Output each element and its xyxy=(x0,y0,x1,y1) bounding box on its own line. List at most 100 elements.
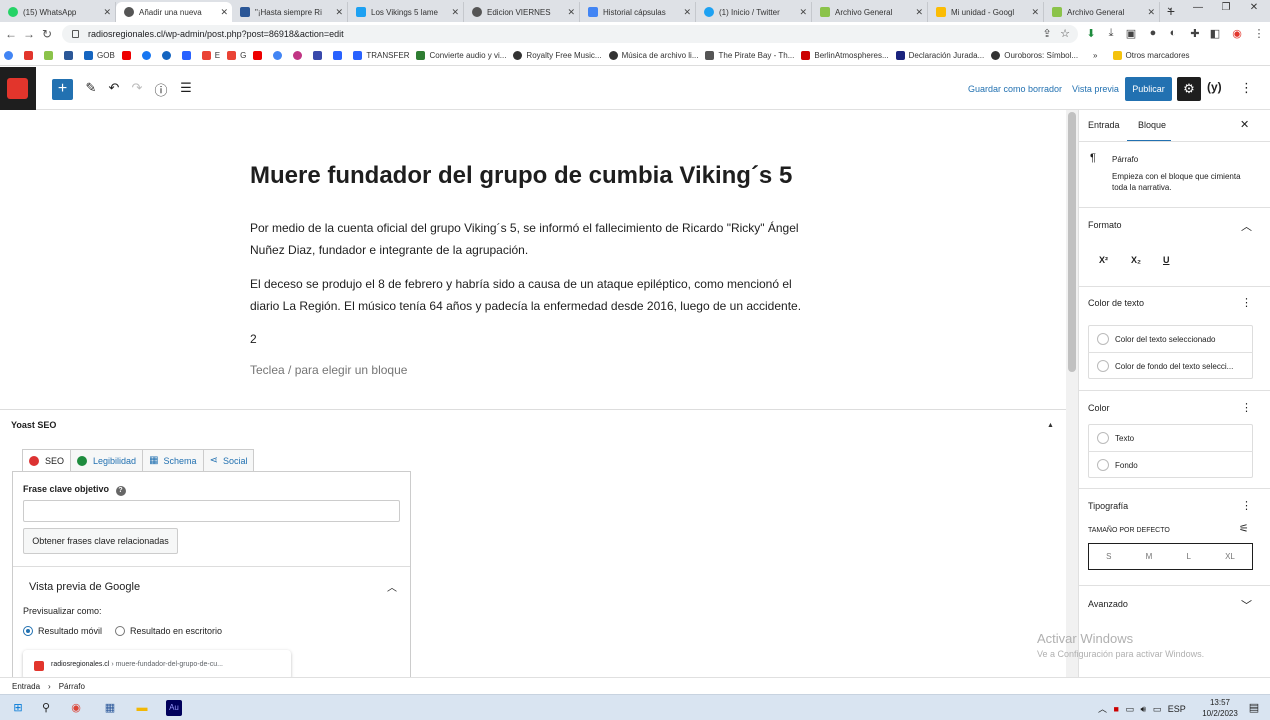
settings-gear-icon[interactable]: ⚙ xyxy=(1177,77,1201,101)
site-logo-button[interactable] xyxy=(0,67,36,110)
close-icon[interactable]: ✕ xyxy=(915,7,923,18)
chevron-down-icon[interactable]: ﹀ xyxy=(1241,597,1252,613)
browser-tab[interactable]: "¡Hasta siempre Ri ✕ xyxy=(232,2,348,22)
color-option-text[interactable]: Texto xyxy=(1097,432,1134,444)
youtube-bookmark-icon[interactable] xyxy=(253,51,266,60)
help-icon[interactable]: ? xyxy=(115,486,126,496)
folder-icon[interactable]: ▬ xyxy=(134,700,150,716)
puzzle-icon[interactable]: ✚ xyxy=(1188,27,1202,40)
tab-legibilidad[interactable]: Legibilidad xyxy=(70,449,144,471)
instagram-bookmark-icon[interactable] xyxy=(293,51,306,60)
minimize-button[interactable]: — xyxy=(1184,2,1212,13)
breadcrumb-current[interactable]: Párrafo xyxy=(59,682,85,691)
collapse-icon[interactable]: ▲ xyxy=(1047,422,1054,429)
app-tray-icon[interactable]: ■ xyxy=(1114,704,1119,714)
windows-start-icon[interactable]: ⊞ xyxy=(10,700,26,716)
bookmark-item[interactable]: E xyxy=(201,51,220,60)
menu-icon[interactable]: ⋮ xyxy=(1252,27,1266,40)
other-bookmarks[interactable]: Otros marcadores xyxy=(1112,51,1190,60)
close-icon[interactable]: ✕ xyxy=(220,7,228,18)
tab-social[interactable]: ⋖ Social xyxy=(202,449,255,471)
more-options-icon[interactable]: ⋮ xyxy=(1241,296,1252,309)
reload-icon[interactable]: ↻ xyxy=(38,27,56,41)
gmail-bookmark-icon[interactable] xyxy=(44,51,57,60)
tab-search-icon[interactable]: ⌄ xyxy=(1156,2,1184,13)
youtube-bookmark-icon[interactable] xyxy=(121,51,135,60)
google-bookmark-icon[interactable] xyxy=(273,51,286,60)
color-option-background[interactable]: Fondo xyxy=(1097,459,1138,471)
format-panel-title[interactable]: Formato xyxy=(1088,220,1122,230)
forward-icon[interactable]: → xyxy=(20,27,38,41)
underline-button[interactable]: U xyxy=(1163,255,1170,265)
browser-tab[interactable]: (1) Inicio / Twitter ✕ xyxy=(696,2,812,22)
calendar-app-icon[interactable]: ▦ xyxy=(102,700,118,716)
close-icon[interactable]: ✕ xyxy=(335,7,343,18)
tab-bloque[interactable]: Bloque xyxy=(1138,120,1166,130)
bookmark-item[interactable]: Royalty Free Music... xyxy=(513,51,602,60)
tab-entrada[interactable]: Entrada xyxy=(1088,120,1120,130)
download-icon[interactable]: ⤓ xyxy=(1104,27,1118,40)
yoast-button[interactable]: (y) xyxy=(1207,80,1222,94)
bookmark-item[interactable]: BerlinAtmospheres... xyxy=(801,51,889,60)
search-icon[interactable]: ⚲ xyxy=(38,700,54,716)
bookmark-item[interactable]: Convierte audio y vi... xyxy=(416,51,506,60)
preview-button[interactable]: Vista previa xyxy=(1072,84,1119,94)
close-icon[interactable]: ✕ xyxy=(103,7,111,18)
google-bookmark-icon[interactable] xyxy=(4,51,17,60)
chrome-icon[interactable]: ◉ xyxy=(68,700,84,716)
related-keyphrases-button[interactable]: Obtener frases clave relacionadas xyxy=(23,528,178,554)
size-option[interactable]: XL xyxy=(1225,552,1235,561)
color-option[interactable]: Color del texto seleccionado xyxy=(1097,333,1216,345)
browser-tab[interactable]: Historial cápsulas ✕ xyxy=(580,2,696,22)
list-view-icon[interactable]: ☰ xyxy=(177,80,195,96)
custom-size-icon[interactable]: ⚟ xyxy=(1239,522,1249,535)
add-block-button[interactable]: + xyxy=(52,79,73,100)
browser-tab[interactable]: Mi unidad - Googl ✕ xyxy=(928,2,1044,22)
tab-seo[interactable]: SEO xyxy=(22,449,72,472)
bookmark-icon[interactable] xyxy=(313,51,326,60)
notification-icon[interactable]: ▤ xyxy=(1246,700,1262,716)
bookmark-item[interactable]: Música de archivo li... xyxy=(608,51,698,60)
paragraph-block[interactable]: El deceso se produjo el 8 de febrero y h… xyxy=(250,273,810,317)
more-options-icon[interactable]: ⋮ xyxy=(1241,499,1252,512)
close-icon[interactable]: ✕ xyxy=(1031,7,1039,18)
paragraph-block[interactable]: Por medio de la cuenta oficial del grupo… xyxy=(250,217,810,261)
clock[interactable]: 13:57 10/2/2023 xyxy=(1200,697,1240,719)
redo-icon[interactable]: ↷ xyxy=(128,80,146,96)
sidepanel-icon[interactable]: ◧ xyxy=(1208,27,1222,40)
paragraph-block[interactable]: 2 xyxy=(250,328,810,350)
block-placeholder[interactable]: Teclea / para elegir un bloque xyxy=(250,363,407,377)
bookmark-icon[interactable] xyxy=(161,51,175,60)
chevron-up-icon[interactable]: ︿ xyxy=(1241,218,1252,234)
advanced-panel-title[interactable]: Avanzado xyxy=(1088,599,1128,609)
language-indicator[interactable]: ESP xyxy=(1168,704,1186,714)
undo-icon[interactable]: ↶ xyxy=(105,80,123,96)
chevron-up-icon[interactable]: ︿ xyxy=(1098,704,1107,714)
radio-mobile[interactable]: Resultado móvil xyxy=(23,626,102,636)
close-window-button[interactable]: ✕ xyxy=(1240,2,1268,13)
size-option[interactable]: L xyxy=(1186,552,1190,561)
more-options-icon[interactable]: ⋮ xyxy=(1241,401,1252,414)
superscript-button[interactable]: X² xyxy=(1099,255,1108,265)
url-field[interactable]: radiosregionales.cl/wp-admin/post.php?po… xyxy=(62,25,1078,43)
breadcrumb-root[interactable]: Entrada xyxy=(12,682,40,691)
more-options-icon[interactable]: ⋮ xyxy=(1240,80,1253,96)
bookmark-item[interactable]: Ouroboros: Símbol... xyxy=(991,51,1078,60)
bookmark-item[interactable]: Declaración Jurada... xyxy=(895,51,984,60)
info-icon[interactable]: ⓘ xyxy=(152,80,170,99)
size-option[interactable]: M xyxy=(1146,552,1153,561)
close-icon[interactable]: ✕ xyxy=(451,7,459,18)
display-icon[interactable]: ▭ xyxy=(1153,704,1162,714)
radio-desktop[interactable]: Resultado en escritorio xyxy=(115,626,222,636)
volume-icon[interactable]: 🔊︎ xyxy=(1141,704,1147,714)
download-ext-icon[interactable]: ⬇ xyxy=(1084,27,1098,40)
color-option[interactable]: Color de fondo del texto selecci... xyxy=(1097,360,1233,372)
bookmark-icon[interactable] xyxy=(24,51,37,60)
chevron-up-icon[interactable]: ︿ xyxy=(387,579,397,594)
facebook-bookmark-icon[interactable] xyxy=(141,51,155,60)
network-icon[interactable]: ▭ xyxy=(1125,704,1134,714)
size-option[interactable]: S xyxy=(1106,552,1111,561)
share-icon[interactable]: ⇪ xyxy=(1040,27,1054,40)
vpn-icon[interactable]: ● xyxy=(1146,27,1160,39)
close-icon[interactable]: ✕ xyxy=(683,7,691,18)
